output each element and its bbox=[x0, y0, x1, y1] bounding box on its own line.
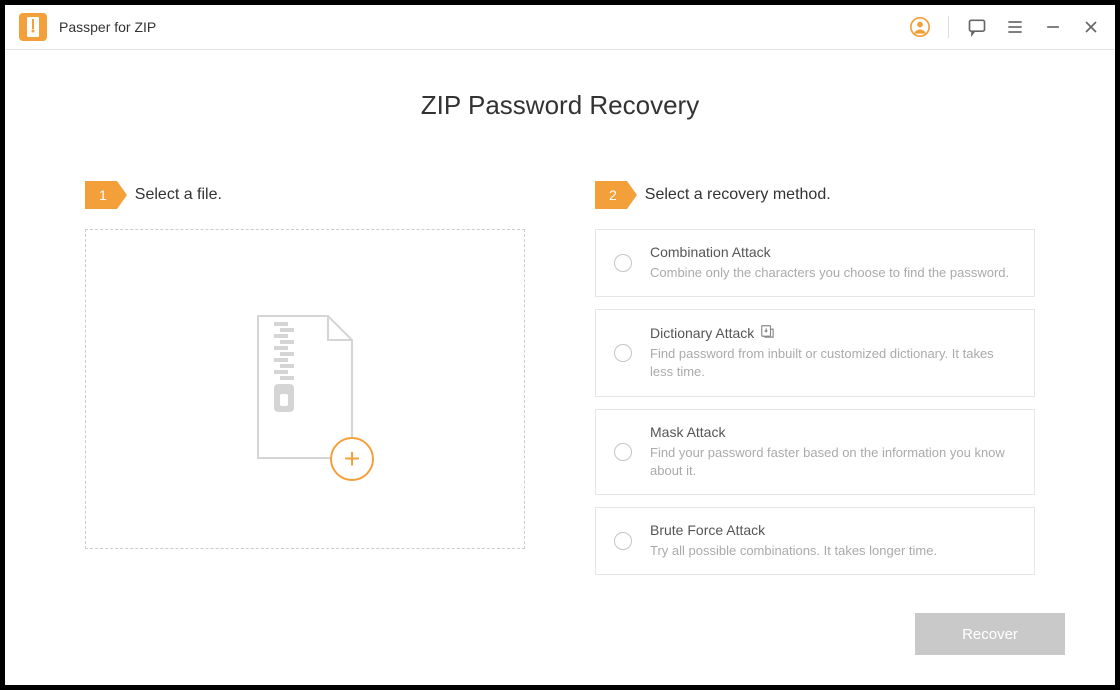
radio-icon bbox=[614, 254, 632, 272]
step1-header: 1 Select a file. bbox=[85, 181, 525, 209]
content: ZIP Password Recovery 1 Select a file. bbox=[5, 50, 1115, 575]
minimize-icon[interactable] bbox=[1043, 17, 1063, 37]
app-window: Passper for ZIP ZIP Password Recovery bbox=[5, 5, 1115, 685]
method-title: Mask Attack bbox=[650, 424, 725, 440]
step2-number: 2 bbox=[595, 181, 627, 209]
titlebar-divider bbox=[948, 16, 949, 38]
page-title: ZIP Password Recovery bbox=[5, 90, 1115, 121]
method-title: Brute Force Attack bbox=[650, 522, 765, 538]
radio-icon bbox=[614, 344, 632, 362]
method-desc: Combine only the characters you choose t… bbox=[650, 264, 1016, 282]
method-desc: Find password from inbuilt or customized… bbox=[650, 345, 1016, 381]
file-dropzone[interactable]: + bbox=[85, 229, 525, 549]
step1-number: 1 bbox=[85, 181, 117, 209]
method-combination[interactable]: Combination Attack Combine only the char… bbox=[595, 229, 1035, 297]
step2-header: 2 Select a recovery method. bbox=[595, 181, 1035, 209]
step2-label: Select a recovery method. bbox=[645, 186, 831, 204]
method-list: Combination Attack Combine only the char… bbox=[595, 229, 1035, 575]
titlebar: Passper for ZIP bbox=[5, 5, 1115, 50]
feedback-icon[interactable] bbox=[967, 17, 987, 37]
step1-column: 1 Select a file. bbox=[85, 181, 525, 575]
method-dictionary[interactable]: Dictionary Attack Find password from inb… bbox=[595, 309, 1035, 396]
radio-icon bbox=[614, 532, 632, 550]
method-mask[interactable]: Mask Attack Find your password faster ba… bbox=[595, 409, 1035, 495]
method-desc: Find your password faster based on the i… bbox=[650, 444, 1016, 480]
radio-icon bbox=[614, 443, 632, 461]
method-title: Combination Attack bbox=[650, 244, 771, 260]
close-icon[interactable] bbox=[1081, 17, 1101, 37]
app-title: Passper for ZIP bbox=[59, 19, 156, 35]
method-title: Dictionary Attack bbox=[650, 325, 754, 341]
app-icon bbox=[19, 13, 47, 41]
step1-label: Select a file. bbox=[135, 186, 222, 204]
titlebar-actions bbox=[910, 16, 1101, 38]
import-dictionary-icon[interactable] bbox=[760, 324, 774, 341]
menu-icon[interactable] bbox=[1005, 17, 1025, 37]
plus-icon: + bbox=[330, 437, 374, 481]
method-bruteforce[interactable]: Brute Force Attack Try all possible comb… bbox=[595, 507, 1035, 575]
user-icon[interactable] bbox=[910, 17, 930, 37]
recover-button[interactable]: Recover bbox=[915, 613, 1065, 655]
step2-column: 2 Select a recovery method. Combination … bbox=[595, 181, 1035, 575]
method-desc: Try all possible combinations. It takes … bbox=[650, 542, 1016, 560]
zip-file-icon: + bbox=[250, 312, 360, 467]
columns: 1 Select a file. bbox=[5, 181, 1115, 575]
